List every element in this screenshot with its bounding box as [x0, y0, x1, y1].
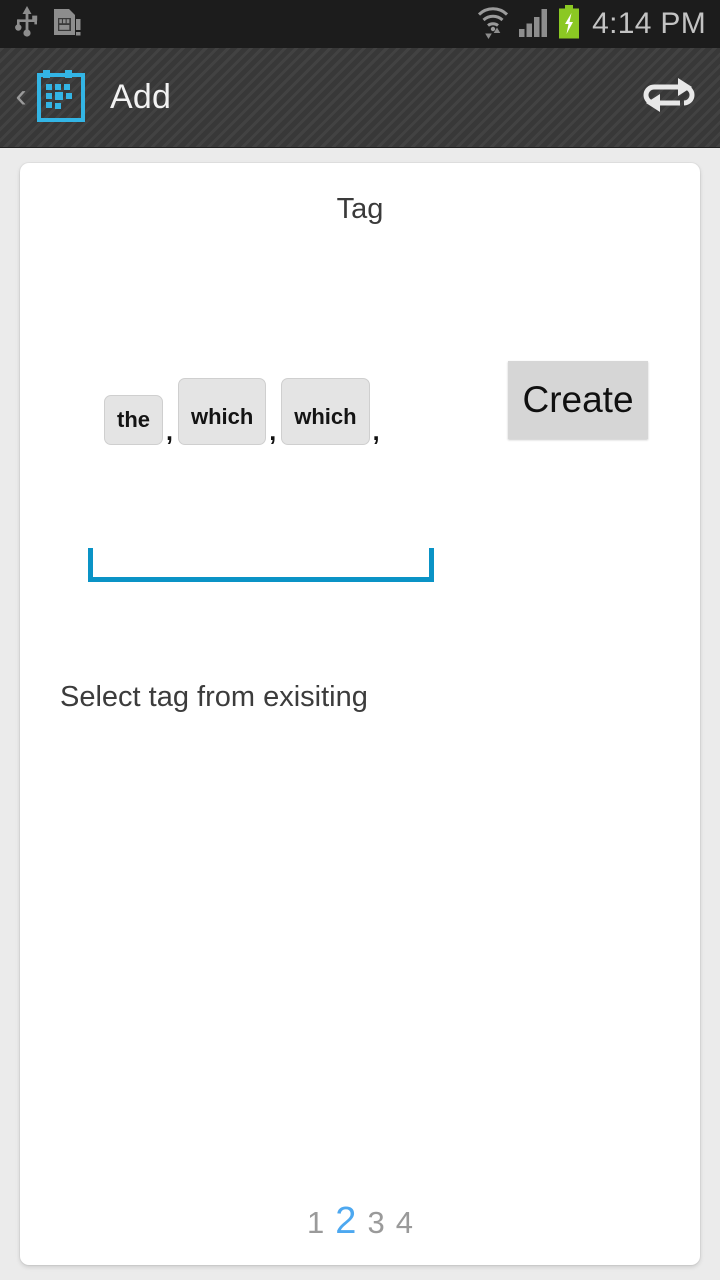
tag-chip-label[interactable]: which: [177, 378, 267, 445]
card-title: Tag: [336, 193, 384, 225]
tag-chip-separator: ,: [166, 418, 173, 447]
action-bar: ‹ Add: [0, 48, 720, 148]
cellular-signal-icon: [518, 6, 550, 43]
tag-chip-separator: ,: [372, 418, 380, 447]
page-number-1[interactable]: 1: [307, 1205, 324, 1241]
select-existing-label: Select tag from exisiting: [60, 681, 368, 713]
tag-input-wrapper: [88, 548, 434, 582]
status-bar: 4:14 PM: [0, 0, 720, 48]
tag-card: Tag the , which , which , Create Select …: [20, 163, 700, 1265]
status-bar-left-icons: [14, 5, 82, 43]
create-button[interactable]: Create: [508, 361, 648, 439]
status-clock: 4:14 PM: [592, 7, 706, 40]
sim-card-alert-icon: [52, 6, 82, 43]
tag-chip-separator: ,: [269, 418, 277, 447]
selected-tags-list: the , which , which ,: [20, 358, 440, 445]
page-number-2[interactable]: 2: [335, 1200, 356, 1243]
wifi-data-icon: [476, 5, 510, 44]
page-number-4[interactable]: 4: [396, 1205, 413, 1241]
pagination: 1 2 3 4: [20, 1200, 700, 1243]
calendar-icon[interactable]: [34, 66, 92, 129]
tag-chip-item[interactable]: the ,: [104, 395, 178, 445]
page-number-3[interactable]: 3: [367, 1205, 384, 1241]
page-title: Add: [110, 78, 172, 116]
tag-selection-row: the , which , which , Create: [20, 358, 700, 445]
tag-input[interactable]: [88, 548, 434, 582]
back-chevron-icon[interactable]: ‹: [8, 79, 34, 116]
usb-icon: [14, 5, 40, 43]
battery-charging-icon: [558, 4, 580, 44]
status-bar-right-icons: 4:14 PM: [476, 4, 706, 44]
tag-chip-item[interactable]: which ,: [281, 378, 384, 445]
tag-chip-label[interactable]: the: [104, 395, 163, 445]
tag-chip-item[interactable]: which ,: [177, 378, 281, 447]
repeat-icon[interactable]: [640, 72, 698, 123]
tag-chip-label[interactable]: which: [281, 378, 370, 445]
